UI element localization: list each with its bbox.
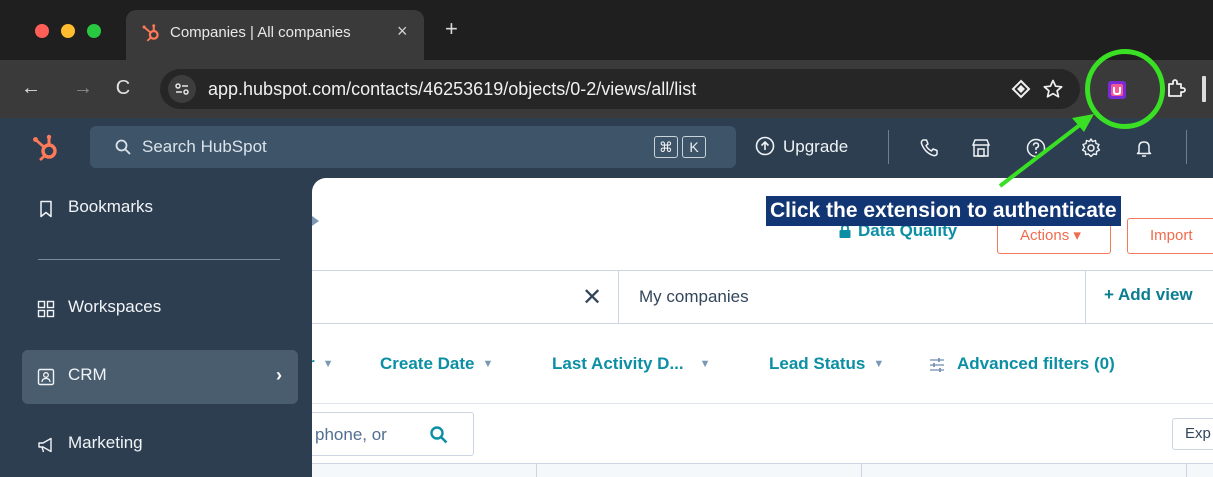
- annotation-highlight-circle: [1085, 49, 1165, 129]
- search-icon: [430, 426, 448, 444]
- filters-row: r▼ Create Date▼ Last Activity D...▼ Lead…: [312, 324, 1213, 404]
- site-info-button[interactable]: [168, 75, 196, 103]
- search-input-placeholder: phone, or: [315, 425, 387, 444]
- browser-tab-companies[interactable]: Companies | All companies ×: [126, 10, 424, 60]
- notifications-bell-icon[interactable]: [1133, 137, 1155, 159]
- phone-icon[interactable]: [918, 137, 940, 159]
- bookmark-icon: [40, 200, 52, 218]
- back-button[interactable]: ←: [20, 77, 42, 99]
- filter-partial[interactable]: r▼: [312, 354, 334, 374]
- divider: [888, 130, 889, 164]
- browser-tab-strip: Companies | All companies × +: [0, 0, 1213, 60]
- advanced-filters-button[interactable]: Advanced filters (0): [957, 354, 1115, 374]
- window-maximize-button[interactable]: [87, 24, 101, 38]
- export-label: Exp: [1185, 425, 1211, 442]
- search-icon: [115, 139, 131, 155]
- export-button[interactable]: Exp: [1172, 418, 1213, 450]
- column-divider: [536, 463, 537, 477]
- nav-divider: [38, 259, 280, 260]
- nav-label: Workspaces: [68, 297, 162, 316]
- tune-icon: [175, 83, 189, 95]
- crm-icon: [37, 368, 55, 386]
- hubspot-logo-icon[interactable]: [30, 132, 62, 164]
- nav-item-crm[interactable]: CRM ›: [22, 350, 298, 404]
- chevron-right-icon: ›: [276, 365, 282, 385]
- window-close-button[interactable]: [35, 24, 49, 38]
- upgrade-button[interactable]: Upgrade: [783, 137, 848, 157]
- tab-close-icon[interactable]: ×: [397, 21, 408, 41]
- companies-search-input[interactable]: phone, or: [312, 412, 474, 456]
- nav-item-bookmarks[interactable]: Bookmarks: [22, 182, 298, 236]
- diamond-extension-icon[interactable]: [1010, 78, 1032, 100]
- lock-icon: [839, 224, 851, 238]
- column-divider: [861, 463, 862, 477]
- url-text: app.hubspot.com/contacts/46253619/object…: [208, 79, 697, 99]
- side-panel-icon[interactable]: [1202, 76, 1206, 102]
- table-header: [312, 463, 1213, 477]
- nav-label: Marketing: [68, 433, 143, 452]
- add-view-button[interactable]: + Add view: [1104, 285, 1193, 305]
- new-tab-button[interactable]: +: [445, 18, 458, 40]
- view-tabs-row: ✕ My companies + Add view: [312, 270, 1213, 324]
- filter-last-activity[interactable]: Last Activity D... ▼: [552, 354, 711, 374]
- hubspot-left-nav: Bookmarks Workspaces CRM › Marketing: [0, 178, 312, 477]
- k-key-hint: K: [682, 136, 706, 158]
- marketplace-icon[interactable]: [970, 137, 992, 159]
- megaphone-icon: [38, 437, 52, 453]
- filter-lead-status[interactable]: Lead Status ▼: [769, 354, 884, 374]
- column-divider: [1186, 463, 1187, 477]
- help-icon[interactable]: [1025, 137, 1047, 159]
- hubspot-search-input[interactable]: Search HubSpot ⌘ K: [90, 126, 736, 168]
- annotation-label: Click the extension to authenticate: [766, 196, 1121, 226]
- hubspot-favicon-icon: [142, 24, 159, 42]
- upgrade-arrow-icon: [755, 136, 775, 156]
- divider: [1186, 130, 1187, 164]
- import-button[interactable]: Import: [1127, 218, 1213, 254]
- view-tab-label: My companies: [639, 287, 749, 306]
- forward-button[interactable]: →: [72, 77, 94, 99]
- extensions-puzzle-icon[interactable]: [1164, 77, 1188, 101]
- command-key-hint: ⌘: [654, 136, 678, 158]
- bookmark-star-icon[interactable]: [1042, 78, 1064, 100]
- close-view-icon[interactable]: ✕: [582, 283, 602, 312]
- hubspot-top-bar: Search HubSpot ⌘ K Upgrade: [0, 118, 1213, 178]
- workspaces-grid-icon: [37, 300, 55, 318]
- nav-item-workspaces[interactable]: Workspaces: [22, 282, 298, 336]
- nav-label: Bookmarks: [68, 197, 154, 216]
- actions-label: Actions ▾: [1020, 227, 1081, 244]
- search-placeholder: Search HubSpot: [142, 137, 267, 156]
- nav-item-marketing[interactable]: Marketing: [22, 418, 298, 472]
- settings-gear-icon[interactable]: [1080, 137, 1102, 159]
- filter-sliders-icon: [930, 358, 944, 372]
- import-label: Import: [1150, 227, 1193, 244]
- tab-title: Companies | All companies: [170, 24, 351, 41]
- tab-my-companies[interactable]: My companies: [618, 270, 1086, 324]
- address-bar[interactable]: app.hubspot.com/contacts/46253619/object…: [160, 69, 1080, 109]
- nav-label: CRM: [68, 365, 107, 384]
- reload-button[interactable]: C: [112, 77, 134, 99]
- browser-toolbar: ← → C app.hubspot.com/contacts/46253619/…: [0, 60, 1213, 118]
- filter-create-date[interactable]: Create Date ▼: [380, 354, 493, 374]
- window-minimize-button[interactable]: [61, 24, 75, 38]
- caret-down-icon: [312, 216, 319, 226]
